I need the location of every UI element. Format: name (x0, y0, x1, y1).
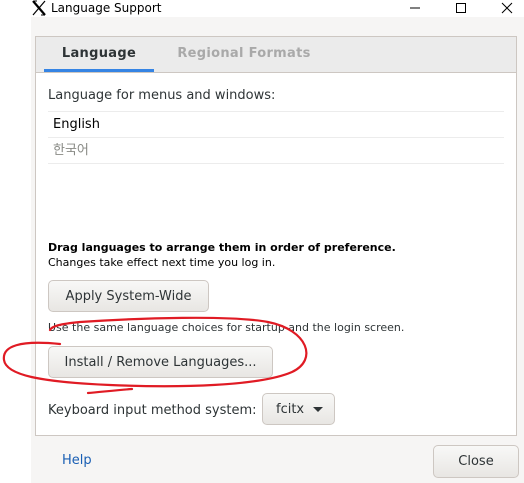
tab-bar: Language Regional Formats (36, 37, 516, 73)
menus-language-label: Language for menus and windows: (48, 88, 276, 103)
window-title: Language Support (51, 1, 162, 15)
maximize-button[interactable] (447, 0, 475, 16)
close-window-button[interactable] (493, 0, 521, 16)
tab-language[interactable]: Language (44, 37, 154, 72)
minimize-icon (410, 7, 420, 9)
close-icon (501, 2, 513, 14)
language-list: English 한국어 (48, 111, 504, 164)
startup-note: Use the same language choices for startu… (48, 321, 405, 334)
maximize-icon (456, 3, 466, 13)
keyboard-input-dropdown[interactable]: fcitx (262, 393, 335, 425)
dropdown-arrow-icon (313, 407, 323, 412)
drag-hint: Drag languages to arrange them in order … (48, 241, 396, 254)
help-link[interactable]: Help (62, 453, 92, 468)
effect-note: Changes take effect next time you log in… (48, 256, 276, 269)
install-remove-languages-button[interactable]: Install / Remove Languages... (48, 346, 273, 378)
app-x-icon (31, 0, 47, 16)
tab-regional-formats[interactable]: Regional Formats (164, 37, 324, 72)
language-item-english[interactable]: English (48, 111, 504, 138)
apply-system-wide-button[interactable]: Apply System-Wide (48, 280, 209, 312)
keyboard-input-label: Keyboard input method system: (48, 403, 257, 418)
dialog-body: Language Regional Formats Language for m… (31, 17, 524, 483)
keyboard-input-value: fcitx (276, 401, 305, 417)
title-bar: Language Support (0, 0, 524, 17)
background-strip (0, 17, 31, 483)
close-button[interactable]: Close (433, 445, 519, 478)
minimize-button[interactable] (401, 0, 429, 16)
language-item-korean[interactable]: 한국어 (48, 138, 504, 164)
tab-notebook: Language Regional Formats Language for m… (35, 36, 517, 436)
